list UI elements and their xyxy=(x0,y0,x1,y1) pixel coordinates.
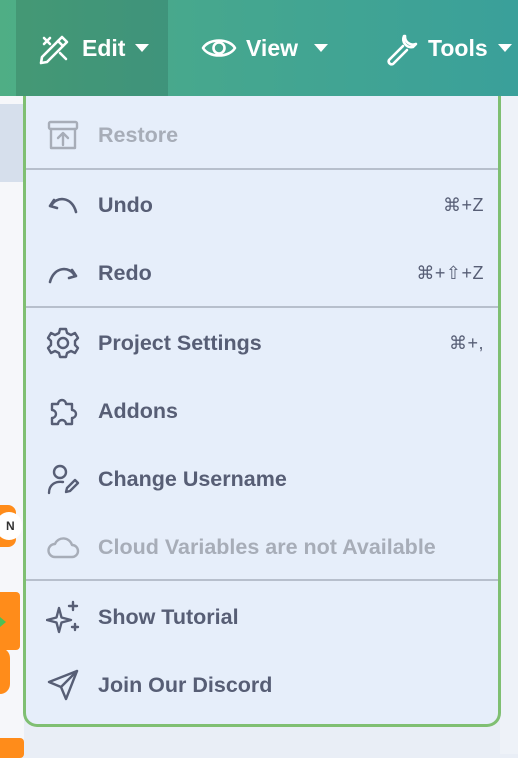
eye-icon xyxy=(201,39,237,57)
menu-divider xyxy=(26,168,498,170)
menu-item-label: Project Settings xyxy=(98,330,262,355)
shortcut-label: ⌘+, xyxy=(448,332,484,353)
caret-down-icon xyxy=(314,44,328,52)
editor-toolbar-strip xyxy=(0,104,24,182)
menu-item-label: Join Our Discord xyxy=(98,672,273,697)
edit-icon xyxy=(39,35,69,65)
edit-menu-button[interactable]: Edit xyxy=(16,0,168,96)
caret-down-icon xyxy=(497,44,512,52)
menu-item-label: Show Tutorial xyxy=(98,604,239,629)
menu-divider xyxy=(26,579,498,581)
green-flag-icon xyxy=(0,612,6,632)
menu-item-redo[interactable]: Redo ⌘+⇧+Z xyxy=(26,239,498,307)
code-block-letter: N xyxy=(6,519,15,533)
menu-item-show-tutorial[interactable]: Show Tutorial xyxy=(26,583,498,651)
menu-item-label: Undo xyxy=(98,192,153,217)
menu-item-restore[interactable]: Restore xyxy=(26,101,498,169)
menu-item-label: Addons xyxy=(98,398,179,423)
menu-item-undo[interactable]: Undo ⌘+Z xyxy=(26,171,498,239)
user-edit-icon xyxy=(47,464,80,495)
editor-background-right xyxy=(500,96,518,754)
shortcut-label: ⌘+⇧+Z xyxy=(416,262,484,283)
tools-menu-button[interactable]: Tools xyxy=(382,0,512,96)
gear-icon xyxy=(46,327,80,359)
menu-bar: Edit View Tools xyxy=(0,0,518,96)
menu-item-label: Change Username xyxy=(98,466,287,491)
tools-menu-label: Tools xyxy=(428,34,488,61)
menu-item-label: Redo xyxy=(98,260,152,285)
shortcut-label: ⌘+Z xyxy=(442,194,484,215)
menu-item-addons[interactable]: Addons xyxy=(26,377,498,445)
menu-item-cloud-variables[interactable]: Cloud Variables are not Available xyxy=(26,513,498,581)
menu-item-label: Cloud Variables are not Available xyxy=(98,534,436,559)
code-block[interactable] xyxy=(0,648,10,694)
view-menu-label: View xyxy=(246,34,298,61)
code-block[interactable] xyxy=(0,738,24,758)
menu-divider xyxy=(26,306,498,308)
menu-item-join-discord[interactable]: Join Our Discord xyxy=(26,651,498,719)
view-menu-button[interactable]: View xyxy=(200,0,328,96)
edit-menu-label: Edit xyxy=(82,34,126,61)
cloud-icon xyxy=(47,537,80,559)
redo-icon xyxy=(48,267,78,284)
sparkles-icon xyxy=(46,600,80,634)
edit-dropdown-menu: Restore Undo ⌘+Z Redo ⌘+⇧+Z Project Sett… xyxy=(23,96,501,727)
wrench-icon xyxy=(387,34,418,66)
undo-icon xyxy=(48,197,78,214)
caret-down-icon xyxy=(135,44,150,52)
menu-item-project-settings[interactable]: Project Settings ⌘+, xyxy=(26,309,498,377)
menu-item-change-username[interactable]: Change Username xyxy=(26,445,498,513)
menu-item-label: Restore xyxy=(98,122,179,147)
restore-icon xyxy=(47,120,79,150)
send-icon xyxy=(47,669,79,701)
puzzle-icon xyxy=(50,398,78,426)
